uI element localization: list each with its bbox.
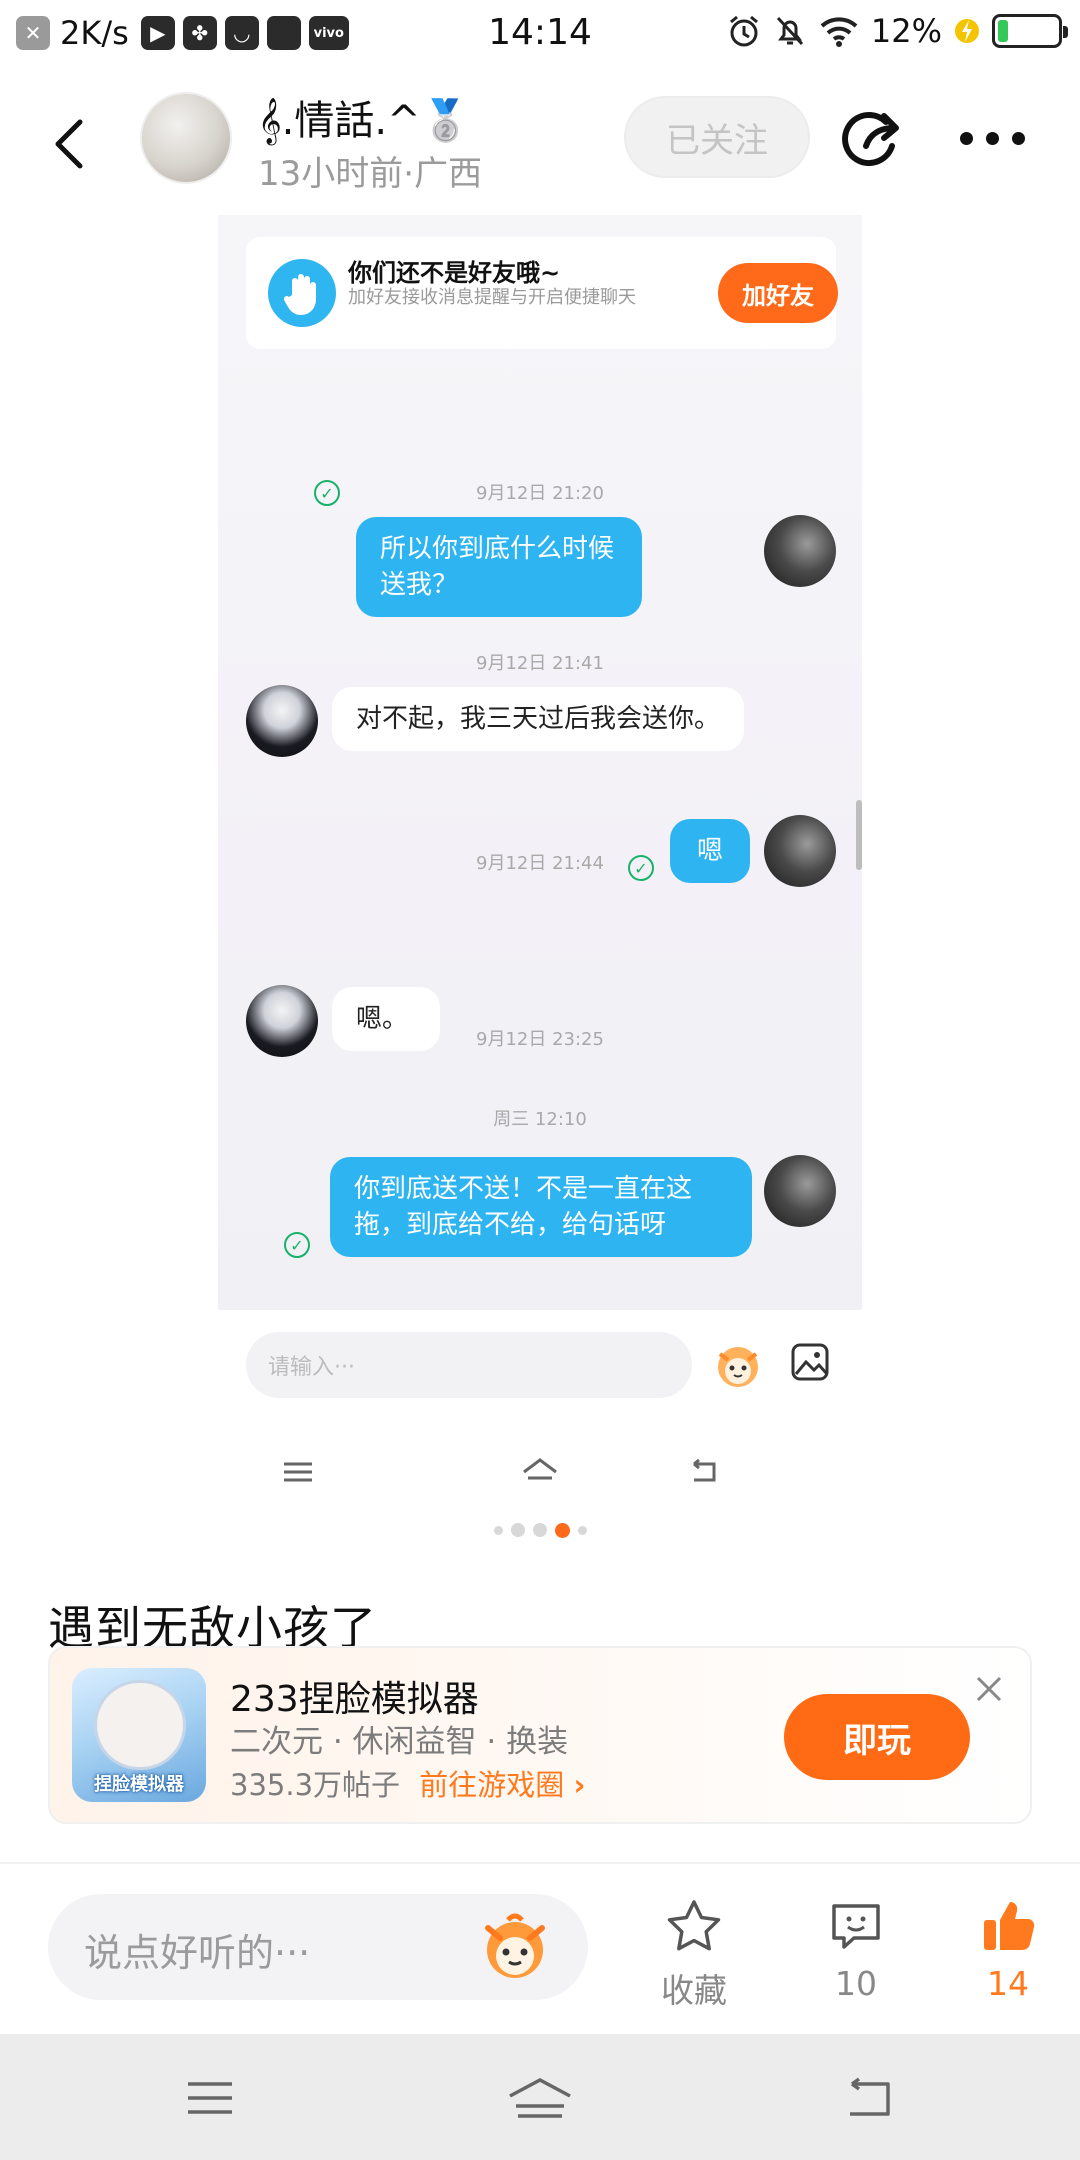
- follow-button[interactable]: 已关注: [624, 96, 810, 178]
- carousel-dot[interactable]: [510, 1523, 525, 1537]
- game-stats: 335.3万帖子 前往游戏圈 ›: [230, 1762, 585, 1804]
- game-circle-link[interactable]: 前往游戏圈 ›: [419, 1768, 585, 1802]
- chat-bubble-sent: 所以你到底什么时候送我？: [356, 517, 642, 617]
- home-icon[interactable]: [504, 2076, 576, 2126]
- chat-avatar-me: [764, 815, 836, 887]
- hand-icon: [268, 259, 336, 327]
- game-app-icon[interactable]: 捏脸模拟器: [72, 1668, 206, 1802]
- carousel-dot[interactable]: [577, 1525, 587, 1535]
- game-icon-logo: 捏脸模拟器: [94, 1774, 184, 1795]
- game-post-count: 335.3万帖子: [230, 1768, 401, 1802]
- chevron-right-icon: ›: [573, 1768, 586, 1802]
- friend-card-subtitle: 加好友接收消息提醒与开启便捷聊天: [348, 287, 636, 308]
- status-bar: ✕ 2K/s ▶ ✤ ◡ vivo 14:14 12%: [0, 0, 1080, 72]
- comment-placeholder: 说点好听的···: [84, 1931, 311, 1975]
- share-icon[interactable]: [840, 106, 910, 172]
- chat-input-row: 请输入···: [218, 1310, 862, 1422]
- status-right-icons: 12%: [727, 12, 1068, 50]
- back-icon[interactable]: [50, 114, 90, 174]
- friend-card-title: 你们还不是好友哦~: [348, 259, 561, 287]
- favorite-button[interactable]: 收藏: [634, 1898, 754, 2010]
- check-icon: ✓: [284, 1232, 310, 1258]
- battery-icon: [992, 14, 1068, 48]
- carousel-dot[interactable]: [532, 1523, 547, 1537]
- game-circle-link-label: 前往游戏圈: [419, 1768, 565, 1802]
- carousel-dot-active[interactable]: [554, 1522, 570, 1538]
- chat-background: [218, 215, 862, 1310]
- system-nav-bar: [0, 2034, 1080, 2160]
- favorite-label: 收藏: [661, 1971, 727, 2010]
- image-carousel-indicator: [0, 1520, 1080, 1540]
- action-bar-divider: [0, 1862, 1080, 1864]
- home-icon: [523, 1458, 557, 1480]
- chat-scrollbar: [856, 800, 862, 870]
- carousel-dot[interactable]: [493, 1525, 503, 1535]
- wifi-icon: [820, 17, 858, 47]
- chat-bubble-received: 对不起，我三天过后我会送你。: [332, 687, 744, 751]
- game-name[interactable]: 233捏脸模拟器: [230, 1670, 479, 1722]
- game-tags: 二次元 · 休闲益智 · 换装: [230, 1724, 569, 1760]
- chat-bubble-sent: 嗯: [670, 819, 750, 883]
- emoji-icon[interactable]: [478, 1910, 552, 1982]
- add-friend-button: 加好友: [718, 263, 838, 323]
- chat-timestamp: 周三 12:10: [493, 1109, 587, 1130]
- battery-percent: 12%: [870, 12, 942, 50]
- check-icon: ✓: [314, 480, 340, 506]
- check-icon: ✓: [628, 855, 654, 881]
- image-icon: [791, 1343, 829, 1381]
- chat-avatar-me: [764, 1155, 836, 1227]
- more-icon[interactable]: [960, 132, 1030, 148]
- chat-avatar-me: [764, 515, 836, 587]
- close-icon[interactable]: [972, 1672, 1006, 1706]
- play-button[interactable]: 即玩: [784, 1694, 970, 1780]
- star-icon: [667, 1900, 721, 1951]
- chat-bubble-received: 嗯。: [332, 987, 440, 1051]
- comment-input[interactable]: 说点好听的···: [48, 1894, 588, 2000]
- chat-avatar-other: [246, 985, 318, 1057]
- chat-avatar-other: [246, 685, 318, 757]
- like-button[interactable]: 14: [948, 1898, 1068, 2008]
- likes-count: 14: [987, 1964, 1029, 2003]
- menu-icon[interactable]: [182, 2076, 238, 2120]
- comments-button[interactable]: 10: [796, 1898, 916, 2008]
- chat-input: 请输入···: [246, 1332, 692, 1398]
- author-avatar[interactable]: [140, 92, 232, 184]
- author-name[interactable]: 𝄞.情話.^🥈: [258, 88, 470, 146]
- thumbs-up-icon: [984, 1902, 1035, 1950]
- comment-icon: [832, 1904, 880, 1949]
- return-icon[interactable]: [840, 2076, 896, 2122]
- menu-icon: [284, 1462, 312, 1482]
- return-icon: [693, 1458, 716, 1482]
- post-meta: 13小时前·广西: [258, 154, 483, 194]
- emoji-icon: [718, 1347, 758, 1387]
- game-promo-card[interactable]: 捏脸模拟器 233捏脸模拟器 二次元 · 休闲益智 · 换装 335.3万帖子 …: [48, 1646, 1032, 1824]
- charging-icon: [955, 19, 979, 43]
- alarm-icon: [729, 15, 758, 47]
- post-header: 𝄞.情話.^🥈 13小时前·广西 已关注: [0, 80, 1080, 200]
- post-image-chat-screenshot[interactable]: 你们还不是好友哦~ 加好友接收消息提醒与开启便捷聊天 加好友 9月12日 21:…: [218, 215, 862, 1310]
- chat-bubble-sent: 你到底送不送！不是一直在这拖，到底给不给，给句话呀: [330, 1157, 752, 1257]
- mute-bell-icon: [776, 16, 803, 46]
- comments-count: 10: [835, 1964, 877, 2003]
- screenshot-nav-bar: [218, 1422, 862, 1522]
- friend-request-card: 你们还不是好友哦~ 加好友接收消息提醒与开启便捷聊天 加好友: [246, 237, 838, 349]
- chat-timestamp: 9月12日 21:41: [476, 653, 604, 674]
